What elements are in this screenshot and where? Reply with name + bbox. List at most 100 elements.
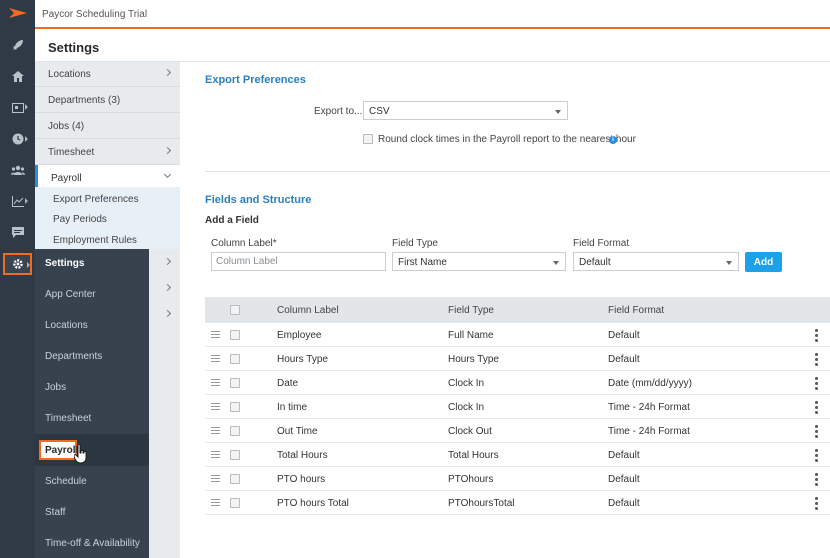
section-divider xyxy=(205,171,830,172)
cell-column-label: PTO hours Total xyxy=(277,498,349,509)
column-label-field[interactable] xyxy=(211,252,386,271)
table-row: Total Hours Total Hours Default xyxy=(205,443,830,467)
row-checkbox[interactable] xyxy=(230,378,240,388)
export-to-value: CSV xyxy=(369,106,390,117)
info-icon[interactable]: i xyxy=(609,136,617,144)
drag-handle-icon[interactable] xyxy=(211,451,220,458)
more-options-icon[interactable] xyxy=(815,449,818,464)
column-header-format[interactable]: Field Format xyxy=(608,305,664,316)
flyout-item-app-center[interactable]: App Center xyxy=(45,289,96,300)
column-header-label[interactable]: Column Label xyxy=(277,305,339,316)
team-icon[interactable] xyxy=(0,159,35,181)
flyout-item-jobs[interactable]: Jobs xyxy=(45,382,66,393)
nav-subitem-employment-rules[interactable]: Employment Rules xyxy=(53,235,137,246)
calendar-icon[interactable] xyxy=(0,96,35,118)
chevron-right-icon xyxy=(163,146,172,155)
chevron-down-icon xyxy=(555,110,561,114)
cell-column-label: Hours Type xyxy=(277,354,328,365)
nav-subitem-export-preferences[interactable]: Export Preferences xyxy=(53,194,139,205)
flyout-item-timesheet[interactable]: Timesheet xyxy=(45,413,91,424)
row-checkbox[interactable] xyxy=(230,498,240,508)
row-checkbox[interactable] xyxy=(230,354,240,364)
flyout-item-locations[interactable]: Locations xyxy=(45,320,88,331)
cell-field-format: Default xyxy=(608,330,640,341)
field-format-value: Default xyxy=(579,257,611,268)
nav-subitem-pay-periods[interactable]: Pay Periods xyxy=(53,214,107,225)
rocket-icon[interactable] xyxy=(0,34,35,56)
cell-field-type: Total Hours xyxy=(448,450,499,461)
chevron-down-icon xyxy=(726,261,732,265)
nav-item-label: Payroll xyxy=(51,173,82,184)
home-icon[interactable] xyxy=(0,65,35,87)
row-checkbox[interactable] xyxy=(230,474,240,484)
column-label-input[interactable] xyxy=(212,253,385,270)
flyout-item-staff[interactable]: Staff xyxy=(45,507,65,518)
flyout-item-departments[interactable]: Departments xyxy=(45,351,102,362)
more-options-icon[interactable] xyxy=(815,353,818,368)
drag-handle-icon[interactable] xyxy=(211,475,220,482)
cell-field-type: PTOhoursTotal xyxy=(448,498,515,509)
payroll-submenu: Export Preferences Pay Periods Employmen… xyxy=(35,187,180,249)
column-header-type[interactable]: Field Type xyxy=(448,305,494,316)
nav-item-label: Jobs (4) xyxy=(48,121,85,132)
chat-icon[interactable] xyxy=(0,221,35,243)
settings-header: Settings xyxy=(35,29,830,62)
more-options-icon[interactable] xyxy=(815,401,818,416)
top-bar: Paycor Scheduling Trial xyxy=(35,0,830,29)
more-options-icon[interactable] xyxy=(815,473,818,488)
chevron-down-icon xyxy=(163,170,172,179)
more-options-icon[interactable] xyxy=(815,377,818,392)
field-type-select[interactable]: First Name xyxy=(392,252,566,271)
field-format-select[interactable]: Default xyxy=(573,252,739,271)
table-header: Column Label Field Type Field Format xyxy=(205,297,830,323)
gear-icon[interactable] xyxy=(3,253,32,275)
nav-item-timesheet[interactable]: Timesheet xyxy=(35,140,180,165)
more-options-icon[interactable] xyxy=(815,425,818,440)
drag-handle-icon[interactable] xyxy=(211,355,220,362)
row-checkbox[interactable] xyxy=(230,450,240,460)
clock-icon[interactable] xyxy=(0,128,35,150)
cell-column-label: Out Time xyxy=(277,426,318,437)
more-options-icon[interactable] xyxy=(815,497,818,512)
icon-rail xyxy=(0,0,35,558)
nav-item-label: Timesheet xyxy=(48,147,95,158)
paycor-logo-icon[interactable] xyxy=(9,7,27,19)
analytics-icon[interactable] xyxy=(0,190,35,212)
nav-item-label: Locations xyxy=(48,69,91,80)
export-to-label: Export to... xyxy=(314,106,363,117)
row-checkbox[interactable] xyxy=(230,330,240,340)
field-type-value: First Name xyxy=(398,257,447,268)
cell-field-format: Time - 24h Format xyxy=(608,402,690,413)
table-row: PTO hours PTOhours Default xyxy=(205,467,830,491)
drag-handle-icon[interactable] xyxy=(211,379,220,386)
nav-item-departments[interactable]: Departments (3) xyxy=(35,88,180,113)
cell-field-type: Clock In xyxy=(448,378,485,389)
more-options-icon[interactable] xyxy=(815,329,818,344)
cell-field-format: Default xyxy=(608,498,640,509)
row-checkbox[interactable] xyxy=(230,426,240,436)
cell-column-label: PTO hours xyxy=(277,474,326,485)
nav-item-locations[interactable]: Locations xyxy=(35,62,180,87)
row-checkbox[interactable] xyxy=(230,402,240,412)
settings-flyout-menu: Settings App Center Locations Department… xyxy=(35,249,149,558)
drag-handle-icon[interactable] xyxy=(211,403,220,410)
drag-handle-icon[interactable] xyxy=(211,331,220,338)
nav-item-jobs[interactable]: Jobs (4) xyxy=(35,114,180,139)
export-to-select[interactable]: CSV xyxy=(363,101,568,120)
drag-handle-icon[interactable] xyxy=(211,499,220,506)
cell-field-type: Full Name xyxy=(448,330,494,341)
main-content: Export Preferences Export to... CSV Roun… xyxy=(180,62,830,558)
fields-structure-title: Fields and Structure xyxy=(205,194,312,206)
chevron-down-icon xyxy=(553,261,559,265)
table-row: Date Clock In Date (mm/dd/yyyy) xyxy=(205,371,830,395)
flyout-item-schedule[interactable]: Schedule xyxy=(45,476,87,487)
select-all-checkbox[interactable] xyxy=(230,305,240,315)
round-clock-checkbox[interactable] xyxy=(363,134,373,144)
flyout-item-time-off[interactable]: Time-off & Availability xyxy=(45,538,140,549)
drag-handle-icon[interactable] xyxy=(211,427,220,434)
flyout-item-settings[interactable]: Settings xyxy=(45,258,84,269)
add-field-button[interactable]: Add xyxy=(745,252,782,272)
cell-field-type: Clock Out xyxy=(448,426,492,437)
flyout-item-payroll[interactable]: Payroll xyxy=(39,440,78,460)
table-row: In time Clock In Time - 24h Format xyxy=(205,395,830,419)
